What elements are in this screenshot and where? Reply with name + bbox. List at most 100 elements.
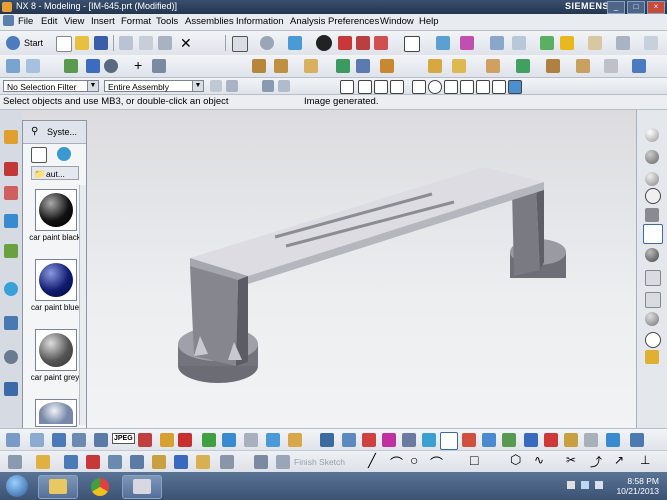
selection-filter-dropdown[interactable]: No Selection Filter ▼ bbox=[3, 80, 99, 92]
curve-icon[interactable] bbox=[86, 59, 100, 73]
sketch-tool-h-icon[interactable] bbox=[174, 455, 188, 469]
tool-u-icon[interactable] bbox=[462, 433, 476, 447]
tool-n-icon[interactable] bbox=[320, 433, 334, 447]
arc-icon[interactable] bbox=[104, 59, 118, 73]
jpeg-icon[interactable]: JPEG bbox=[112, 433, 135, 444]
tray-volume-icon[interactable] bbox=[595, 481, 603, 489]
sketch-tool-a-icon[interactable] bbox=[8, 455, 22, 469]
start-icon[interactable] bbox=[6, 36, 20, 50]
tool-b-icon[interactable] bbox=[30, 433, 44, 447]
extrude-icon[interactable] bbox=[252, 59, 266, 73]
close-button[interactable]: × bbox=[647, 1, 665, 14]
mirror-icon[interactable] bbox=[516, 59, 530, 73]
system-materials-icon[interactable] bbox=[4, 350, 18, 364]
reuse-library-icon[interactable] bbox=[4, 214, 18, 228]
snap-face-icon[interactable] bbox=[508, 80, 522, 94]
tool-s-icon[interactable] bbox=[422, 433, 436, 447]
material-swatch-next[interactable] bbox=[35, 399, 77, 427]
tool-m-icon[interactable] bbox=[288, 433, 302, 447]
sketch-tool-b-icon[interactable] bbox=[36, 455, 50, 469]
grid-view2-icon[interactable] bbox=[645, 292, 661, 308]
sketch-tool-k-icon[interactable] bbox=[254, 455, 268, 469]
pattern-icon[interactable] bbox=[486, 59, 500, 73]
snap-tangent-icon[interactable] bbox=[460, 80, 474, 94]
rectangle-tool-icon[interactable]: □ bbox=[470, 452, 478, 468]
maximize-button[interactable]: □ bbox=[627, 1, 645, 14]
trim-body-icon[interactable] bbox=[546, 59, 560, 73]
no-show-icon[interactable] bbox=[645, 332, 661, 348]
material-swatch-black[interactable] bbox=[35, 189, 77, 231]
selected-tool-icon[interactable] bbox=[643, 224, 663, 244]
start-button-label[interactable]: Start bbox=[24, 38, 43, 48]
tool-f-icon[interactable] bbox=[138, 433, 152, 447]
menu-tools[interactable]: Tools bbox=[156, 16, 178, 27]
select-all-icon[interactable] bbox=[210, 80, 222, 92]
snap-line-icon[interactable] bbox=[358, 80, 372, 94]
sphere-white-icon[interactable] bbox=[645, 128, 659, 142]
sketch-icon[interactable] bbox=[6, 59, 20, 73]
tool-x-icon[interactable] bbox=[524, 433, 538, 447]
tool-t-icon[interactable] bbox=[440, 432, 458, 450]
rotate-icon[interactable] bbox=[260, 36, 274, 50]
history-icon[interactable] bbox=[4, 316, 18, 330]
tool-r-icon[interactable] bbox=[402, 433, 416, 447]
offset-curve-icon[interactable] bbox=[152, 59, 166, 73]
part-navigator-icon[interactable] bbox=[4, 186, 18, 200]
point-icon[interactable]: + bbox=[134, 57, 142, 73]
tool-h-icon[interactable] bbox=[178, 433, 192, 447]
app-menu-icon[interactable] bbox=[3, 15, 14, 26]
sphere-grey-icon[interactable] bbox=[645, 150, 659, 164]
menu-information[interactable]: Information bbox=[236, 16, 284, 27]
square-view-icon[interactable] bbox=[645, 208, 659, 222]
ruler-icon[interactable] bbox=[616, 36, 630, 50]
tool-e-icon[interactable] bbox=[94, 433, 108, 447]
menu-edit[interactable]: Edit bbox=[41, 16, 57, 27]
tool-p-icon[interactable] bbox=[362, 433, 376, 447]
palette-scrollbar[interactable] bbox=[79, 185, 86, 425]
start-orb-icon[interactable] bbox=[6, 475, 28, 497]
table-icon[interactable] bbox=[64, 59, 78, 73]
minimize-button[interactable]: _ bbox=[607, 1, 625, 14]
polygon-tool-icon[interactable]: ⬡ bbox=[510, 452, 521, 468]
draft-icon[interactable] bbox=[604, 59, 618, 73]
snap-point-icon[interactable] bbox=[492, 80, 506, 94]
sphere-dark-icon[interactable] bbox=[645, 248, 659, 262]
tool-y-icon[interactable] bbox=[544, 433, 558, 447]
tool-a-icon[interactable] bbox=[6, 433, 20, 447]
fit-view-icon[interactable] bbox=[232, 36, 248, 52]
menu-window[interactable]: Window bbox=[380, 16, 414, 27]
select-face-icon[interactable] bbox=[278, 80, 290, 92]
taskbar-nx[interactable] bbox=[122, 475, 162, 499]
tool-j-icon[interactable] bbox=[222, 433, 236, 447]
analysis-icon[interactable] bbox=[540, 36, 554, 50]
finish-sketch-label[interactable]: Finish Sketch bbox=[294, 457, 345, 467]
snap-center-icon[interactable] bbox=[390, 80, 404, 94]
wcs-icon[interactable] bbox=[490, 36, 504, 50]
graphics-window[interactable] bbox=[22, 110, 636, 428]
hide-icon[interactable] bbox=[645, 188, 661, 204]
tool-w-icon[interactable] bbox=[502, 433, 516, 447]
tool-aa-icon[interactable] bbox=[584, 433, 598, 447]
revolve-icon[interactable] bbox=[274, 59, 288, 73]
sketch-tool-l-icon[interactable] bbox=[276, 455, 290, 469]
tool-k-icon[interactable] bbox=[244, 433, 258, 447]
menu-preferences[interactable]: Preferences bbox=[328, 16, 379, 27]
tray-network-icon[interactable] bbox=[581, 481, 589, 489]
tool-ac-icon[interactable] bbox=[630, 433, 644, 447]
shell-icon[interactable] bbox=[576, 59, 590, 73]
snap-midpoint-icon[interactable] bbox=[374, 80, 388, 94]
open-folder-icon[interactable] bbox=[75, 36, 89, 50]
cut-icon[interactable] bbox=[119, 36, 133, 50]
arc-tool-icon[interactable]: ⌒ bbox=[390, 453, 403, 472]
line-tool-icon[interactable]: ╱ bbox=[368, 453, 376, 469]
expand-icon[interactable] bbox=[644, 36, 658, 50]
constraint-navigator-icon[interactable] bbox=[4, 162, 18, 176]
extend-tool-icon[interactable]: ⤴ bbox=[590, 453, 602, 470]
tool-c-icon[interactable] bbox=[52, 433, 66, 447]
trim-tool-icon[interactable]: ✂ bbox=[566, 453, 576, 467]
datum-icon[interactable] bbox=[26, 59, 40, 73]
tool-i-icon[interactable] bbox=[202, 433, 216, 447]
nx-app-icon[interactable] bbox=[2, 2, 12, 12]
tool-v-icon[interactable] bbox=[482, 433, 496, 447]
boss-icon[interactable] bbox=[336, 59, 350, 73]
